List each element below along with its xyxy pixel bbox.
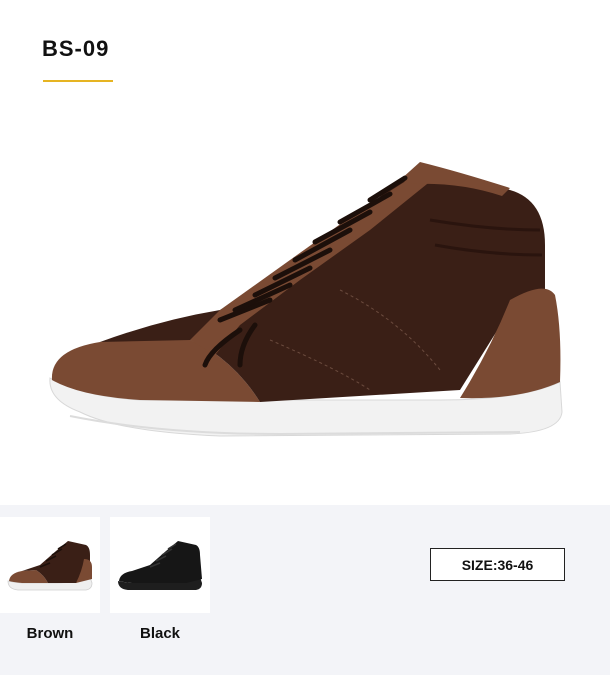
variant-brown[interactable]: Brown (0, 517, 100, 642)
black-sneaker-thumbnail (110, 517, 210, 613)
variant-panel: Brown Black SIZE:36-46 (0, 505, 610, 675)
main-product-image (49, 162, 563, 437)
variant-black-label: Black (139, 625, 181, 642)
variant-brown-label: Brown (26, 625, 74, 642)
size-range-badge: SIZE:36-46 (430, 548, 565, 581)
product-title: BS-09 (42, 36, 110, 61)
black-sneaker-icon (118, 541, 202, 590)
variant-black[interactable]: Black (110, 517, 210, 642)
product-hero: BS-09 (0, 0, 610, 505)
brown-sneaker-thumbnail (0, 517, 100, 613)
title-underline (43, 80, 113, 82)
brown-sneaker-icon (7, 541, 93, 591)
